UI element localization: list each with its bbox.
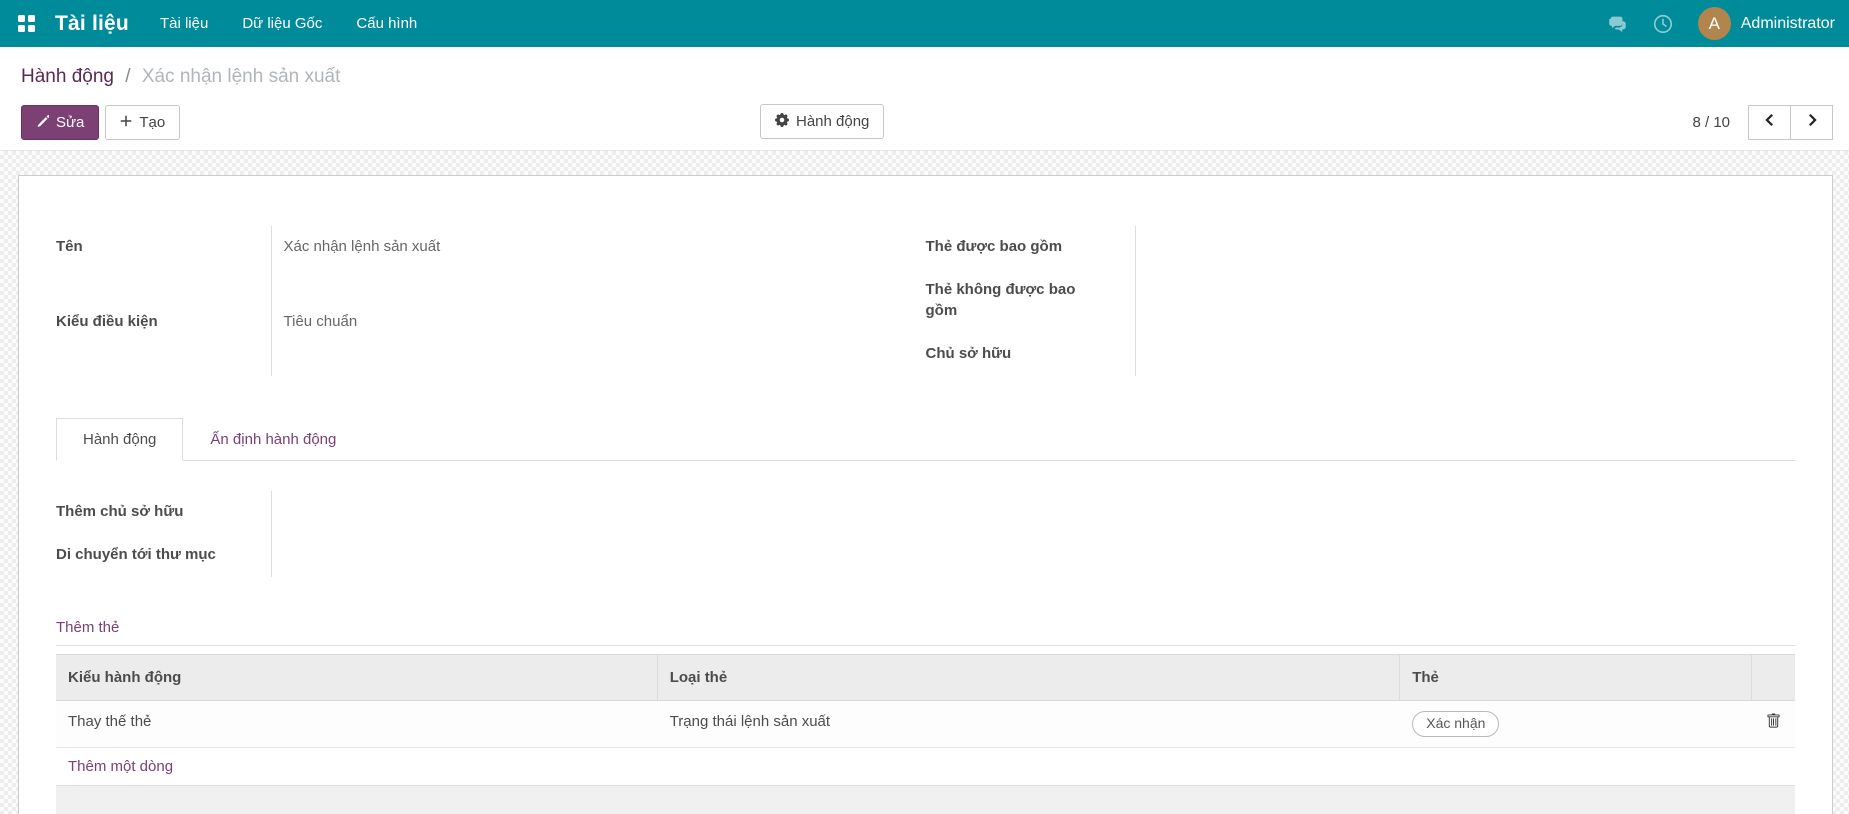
field-label-move-to-folder: Di chuyển tới thư mục [56,534,271,577]
column-header-action-type: Kiểu hành động [56,655,658,700]
field-value-add-owner [271,491,926,534]
trash-icon [1766,713,1781,735]
pencil-icon [36,114,49,131]
tab-actions[interactable]: Hành động [56,418,183,461]
edit-button[interactable]: Sửa [21,105,99,140]
menu-item-configuration[interactable]: Cấu hình [339,0,434,47]
field-label-name: Tên [56,226,271,301]
pager-next-button[interactable] [1790,105,1833,140]
tab-assign-actions[interactable]: Ấn định hành động [183,418,363,461]
tab-content-actions: Thêm chủ sở hữu Di chuyển tới thư mục Th… [56,461,1795,814]
delete-row-button[interactable] [1764,711,1783,737]
control-panel: Hành động / Xác nhận lệnh sản xuất Sửa T… [0,47,1849,151]
field-value-tags-included [1136,226,1796,269]
field-label-owner: Chủ sở hữu [926,333,1136,376]
notebook-tabs: Hành động Ấn định hành động [56,418,1795,461]
form-sheet: Tên Xác nhận lệnh sản xuất Kiểu điều kiệ… [18,175,1833,814]
plus-icon [120,114,132,131]
field-value-tags-excluded [1136,269,1796,333]
menu-item-master-data[interactable]: Dữ liệu Gốc [225,0,339,47]
messages-icon[interactable] [1606,13,1628,35]
user-name: Administrator [1741,15,1835,33]
apps-menu-icon[interactable] [18,15,35,32]
app-brand[interactable]: Tài liệu [55,12,129,36]
tags-list: Kiểu hành động Loại thẻ Thẻ Thay thế thẻ… [56,654,1795,814]
column-header-actions [1752,655,1795,700]
field-label-add-owner: Thêm chủ sở hữu [56,491,271,534]
breadcrumb-current: Xác nhận lệnh sản xuất [142,66,341,87]
field-label-condition-type: Kiểu điều kiện [56,301,271,376]
chevron-left-icon [1763,113,1777,131]
cell-tag: Xác nhận [1400,701,1752,747]
content-area: Tên Xác nhận lệnh sản xuất Kiểu điều kiệ… [0,151,1849,814]
breadcrumb-separator: / [125,66,130,87]
list-footer [56,786,1795,814]
action-menu-button[interactable]: Hành động [760,104,884,139]
create-button[interactable]: Tạo [105,105,180,140]
add-row: Thêm một dòng [56,748,1795,786]
pager: 8 / 10 [1692,105,1833,140]
breadcrumb: Hành động / Xác nhận lệnh sản xuất [0,63,1849,90]
tag-badge: Xác nhận [1412,711,1499,737]
table-row[interactable]: Thay thế thẻ Trạng thái lệnh sản xuất Xá… [56,701,1795,748]
field-group-left: Tên Xác nhận lệnh sản xuất Kiểu điều kiệ… [56,226,926,376]
activities-icon[interactable] [1652,13,1674,35]
top-navbar: Tài liệu Tài liệu Dữ liệu Gốc Cấu hình A… [0,0,1849,47]
list-header-row: Kiểu hành động Loại thẻ Thẻ [56,654,1795,701]
field-value-condition-type: Tiêu chuẩn [271,301,926,376]
breadcrumb-parent[interactable]: Hành động [21,66,114,87]
pager-previous-button[interactable] [1748,105,1791,140]
field-label-tags-included: Thẻ được bao gồm [926,226,1136,269]
pager-value[interactable]: 8 / 10 [1692,114,1730,131]
field-value-name: Xác nhận lệnh sản xuất [271,226,926,301]
column-header-tag-type: Loại thẻ [658,655,1401,700]
tab-field-group: Thêm chủ sở hữu Di chuyển tới thư mục [56,491,926,577]
avatar: A [1698,7,1731,40]
field-value-move-to-folder [271,534,926,577]
add-tag-link[interactable]: Thêm thẻ [56,619,119,636]
cell-action-type: Thay thế thẻ [56,701,658,747]
menu-item-documents[interactable]: Tài liệu [143,0,225,47]
chevron-right-icon [1805,113,1819,131]
field-label-tags-excluded: Thẻ không được bao gồm [926,269,1136,333]
column-header-tag: Thẻ [1400,655,1752,700]
gear-icon [775,113,789,131]
user-menu[interactable]: A Administrator [1698,7,1835,40]
add-row-link[interactable]: Thêm một dòng [68,758,173,775]
field-value-owner [1136,333,1796,376]
cell-tag-type: Trạng thái lệnh sản xuất [658,701,1401,747]
main-menu: Tài liệu Dữ liệu Gốc Cấu hình [143,0,434,47]
field-group-right: Thẻ được bao gồm Thẻ không được bao gồm … [926,226,1796,376]
